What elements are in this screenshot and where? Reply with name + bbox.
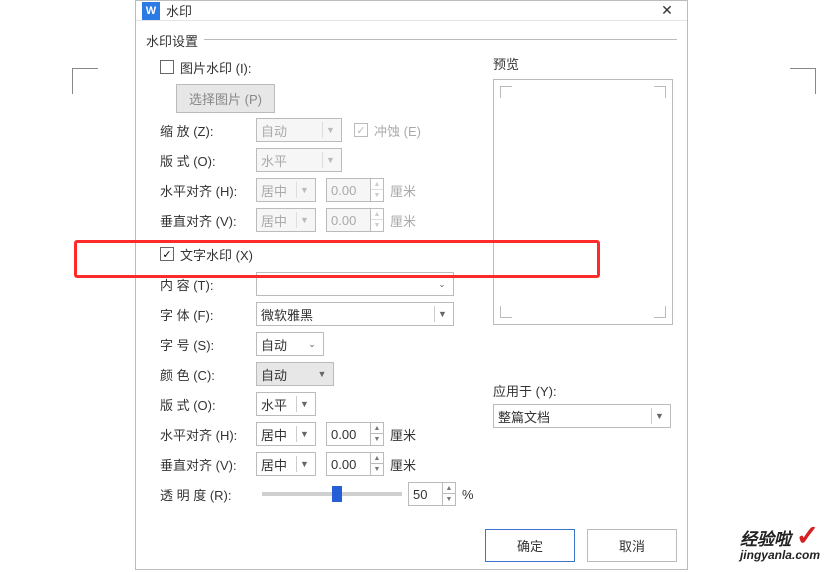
chevron-down-icon: ⌄ — [304, 336, 320, 352]
spinner-opacity[interactable]: ▲▼ — [442, 482, 456, 506]
label-halign2: 水平对齐 (H): — [160, 425, 256, 444]
select-color[interactable]: 自动 ▼ — [256, 362, 334, 386]
chevron-down-icon: ▼ — [314, 366, 330, 382]
dialog-window: W 水印 ✕ 水印设置 图片水印 (I): 选择图片 (P) 缩 放 (Z): — [135, 0, 688, 570]
preview-box — [493, 79, 673, 325]
ok-button[interactable]: 确定 — [485, 529, 575, 562]
preview-label: 预览 — [493, 54, 677, 73]
spinner-halign1[interactable]: ▲▼ — [370, 178, 384, 202]
chevron-down-icon: ▼ — [322, 122, 338, 138]
select-size[interactable]: 自动 ⌄ — [256, 332, 324, 356]
chevron-down-icon: ▼ — [296, 182, 312, 198]
select-image-button[interactable]: 选择图片 (P) — [176, 84, 275, 113]
unit-valign1: 厘米 — [390, 211, 416, 230]
select-valign1[interactable]: 居中 ▼ — [256, 208, 316, 232]
select-font[interactable]: 微软雅黑 ▼ — [256, 302, 454, 326]
label-image-wm: 图片水印 (I): — [180, 58, 252, 77]
spinner-valign1[interactable]: ▲▼ — [370, 208, 384, 232]
chevron-down-icon: ▼ — [434, 306, 450, 322]
apply-value: 整篇文档 — [498, 407, 550, 426]
font-value: 微软雅黑 — [261, 305, 313, 324]
label-erosion: 冲蚀 (E) — [374, 121, 421, 140]
num-valign2[interactable]: 0.00 — [326, 452, 370, 476]
check-icon: ✓ — [796, 520, 819, 551]
right-panel: 预览 应用于 (Y): 整篇文档 ▼ — [477, 50, 677, 511]
valign1-value: 居中 — [261, 211, 287, 230]
opacity-slider[interactable] — [262, 492, 402, 496]
label-content: 内 容 (T): — [160, 275, 256, 294]
chevron-down-icon: ▼ — [296, 456, 312, 472]
label-halign1: 水平对齐 (H): — [160, 181, 256, 200]
valign2-value: 居中 — [261, 455, 287, 474]
select-valign2[interactable]: 居中 ▼ — [256, 452, 316, 476]
select-content[interactable]: ⌄ — [256, 272, 454, 296]
select-apply[interactable]: 整篇文档 ▼ — [493, 404, 671, 428]
cancel-button[interactable]: 取消 — [587, 529, 677, 562]
num-halign2[interactable]: 0.00 — [326, 422, 370, 446]
label-size: 字 号 (S): — [160, 335, 256, 354]
badge-text: 经验啦 — [740, 530, 791, 549]
footer-buttons: 确定 取消 — [146, 511, 677, 562]
unit-opacity: % — [462, 487, 474, 502]
dialog-title: 水印 — [166, 1, 647, 20]
label-valign2: 垂直对齐 (V): — [160, 455, 256, 474]
unit-halign2: 厘米 — [390, 425, 416, 444]
row-text-wm: 文字水印 (X) — [160, 241, 477, 267]
label-zoom: 缩 放 (Z): — [160, 121, 256, 140]
chevron-down-icon: ▼ — [651, 408, 667, 424]
halign2-value: 居中 — [261, 425, 287, 444]
crop-mark-tl — [72, 68, 98, 76]
watermark-badge: 经验啦 ✓ jingyanla.com — [740, 519, 820, 562]
chevron-down-icon: ▼ — [322, 152, 338, 168]
left-panel: 图片水印 (I): 选择图片 (P) 缩 放 (Z): 自动 ▼ 冲蚀 ( — [146, 50, 477, 511]
group-title-wm: 水印设置 — [146, 31, 204, 50]
crop-mark-tr — [790, 68, 816, 76]
titlebar: W 水印 ✕ — [136, 1, 687, 21]
dialog-content: 水印设置 图片水印 (I): 选择图片 (P) 缩 放 (Z): 自动 — [136, 21, 687, 572]
size-value: 自动 — [261, 335, 287, 354]
apply-label: 应用于 (Y): — [493, 381, 677, 400]
chevron-down-icon: ▼ — [296, 212, 312, 228]
select-halign1[interactable]: 居中 ▼ — [256, 178, 316, 202]
label-layout1: 版 式 (O): — [160, 151, 256, 170]
badge-url: jingyanla.com — [740, 548, 820, 562]
close-button[interactable]: ✕ — [647, 1, 687, 20]
num-valign1[interactable]: 0.00 — [326, 208, 370, 232]
select-zoom[interactable]: 自动 ▼ — [256, 118, 342, 142]
checkbox-image-wm[interactable] — [160, 60, 174, 74]
chevron-down-icon: ▼ — [296, 426, 312, 442]
row-image-wm: 图片水印 (I): — [160, 54, 477, 80]
slider-thumb[interactable] — [332, 486, 342, 502]
select-layout1[interactable]: 水平 ▼ — [256, 148, 342, 172]
chevron-down-icon: ⌄ — [434, 276, 450, 292]
select-halign2[interactable]: 居中 ▼ — [256, 422, 316, 446]
label-layout2: 版 式 (O): — [160, 395, 256, 414]
num-halign1[interactable]: 0.00 — [326, 178, 370, 202]
unit-halign1: 厘米 — [390, 181, 416, 200]
halign1-value: 居中 — [261, 181, 287, 200]
label-valign1: 垂直对齐 (V): — [160, 211, 256, 230]
label-opacity: 透 明 度 (R): — [160, 485, 256, 504]
unit-valign2: 厘米 — [390, 455, 416, 474]
app-icon: W — [142, 2, 160, 20]
group-watermark-settings: 水印设置 图片水印 (I): 选择图片 (P) 缩 放 (Z): 自动 — [146, 39, 677, 511]
layout2-value: 水平 — [261, 395, 287, 414]
color-value: 自动 — [261, 365, 287, 384]
label-text-wm: 文字水印 (X) — [180, 245, 253, 264]
chevron-down-icon: ▼ — [296, 396, 312, 412]
checkbox-erosion[interactable] — [354, 123, 368, 137]
select-layout2[interactable]: 水平 ▼ — [256, 392, 316, 416]
layout1-value: 水平 — [261, 151, 287, 170]
spinner-halign2[interactable]: ▲▼ — [370, 422, 384, 446]
spinner-valign2[interactable]: ▲▼ — [370, 452, 384, 476]
checkbox-text-wm[interactable] — [160, 247, 174, 261]
label-color: 颜 色 (C): — [160, 365, 256, 384]
num-opacity[interactable]: 50 — [408, 482, 442, 506]
label-font: 字 体 (F): — [160, 305, 256, 324]
zoom-value: 自动 — [261, 121, 287, 140]
